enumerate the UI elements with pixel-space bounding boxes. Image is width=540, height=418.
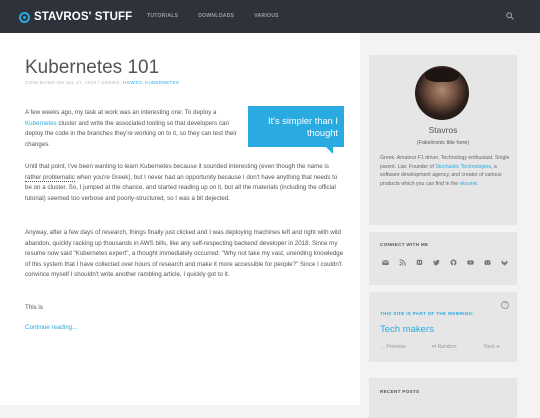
author-tagline: (Fake/ironic title here) [416,140,470,146]
nav-tutorials[interactable]: TUTORIALS [147,13,178,19]
connect-title: CONNECT WITH ME [380,242,429,247]
paragraph-1-text: A few weeks ago, my task at work was an … [25,109,217,116]
webring-previous-link[interactable]: ← Previous [380,344,406,350]
connect-widget: CONNECT WITH ME [369,232,517,285]
post-meta: CONCEIVED ON JUL 27, 2018 / SERIES: HOWT… [25,80,179,85]
recent-posts-widget: RECENT POSTS [369,378,517,418]
rss-icon[interactable] [399,259,406,266]
paragraph-4: This is [25,304,43,311]
youtube-icon[interactable] [467,259,474,266]
avatar [415,66,469,120]
problematic-tooltip-term[interactable]: rather problematic [25,173,75,182]
post-meta-date: CONCEIVED ON JUL 27, 2018 / SERIES: [25,80,122,85]
help-icon[interactable]: ? [501,301,509,309]
stochastic-link[interactable]: Stochastic Technologies [435,164,491,170]
paragraph-2-text: Until that point, I've been wanting to l… [25,163,329,170]
avatar-hair [425,68,459,82]
paragraph-2-text-mid: when you're Greek), but I never had an o… [74,173,314,181]
webring-name-link[interactable]: Tech makers [380,324,434,335]
post-content: Kubernetes 101 CONCEIVED ON JUL 27, 2018… [0,33,360,405]
logo-icon [19,11,30,23]
nav-various[interactable]: VARIOUS [254,13,279,19]
profile-widget: Stavros (Fake/ironic title here) Greek. … [369,55,517,225]
author-name: Stavros [428,125,458,135]
author-bio: Greek. Amateur F1 driver. Technology ent… [380,154,512,188]
social-links [382,259,508,266]
bio-text-end: . [476,180,479,187]
top-navigation-bar: STAVROS' STUFF TUTORIALS DOWNLOADS VARIO… [0,0,540,33]
site-logo-text: STAVROS' STUFF [34,11,133,23]
github-icon[interactable] [450,259,457,266]
mastodon-icon[interactable] [416,259,423,266]
main-nav: TUTORIALS DOWNLOADS VARIOUS [147,13,279,19]
email-icon[interactable] [382,259,389,266]
webring-next-link[interactable]: Next ➔ [484,344,500,350]
post-series-link[interactable]: HOWTO, KUBERNETES [123,80,179,85]
paragraph-3: Anyway, after a few days of research, th… [25,229,344,278]
pullquote: It's simpler than I thought [248,106,344,154]
emphasis-needs: needs [313,173,331,181]
search-icon[interactable] [506,12,514,20]
continue-reading-link[interactable]: Continue reading... [25,324,77,331]
webring-title: THIS SITE IS PART OF THE WEBRING: [380,311,475,316]
gitlab-icon[interactable] [501,259,508,266]
twitter-icon[interactable] [433,259,440,266]
paragraph-2: Until that point, I've been wanting to l… [25,162,345,204]
paragraph-1: A few weeks ago, my task at work was an … [25,108,243,150]
post-title[interactable]: Kubernetes 101 [25,57,159,79]
webring-random-link[interactable]: ⇄ Random [432,344,456,350]
resume-link[interactable]: résumé [460,181,477,187]
webring-widget: ? THIS SITE IS PART OF THE WEBRING: Tech… [369,292,517,362]
kubernetes-link[interactable]: Kubernetes [25,120,57,127]
site-logo[interactable]: STAVROS' STUFF [19,10,132,24]
discord-icon[interactable] [484,259,491,266]
recent-posts-title: RECENT POSTS [380,389,420,394]
nav-downloads[interactable]: DOWNLOADS [198,13,234,19]
paragraph-1-text-end: cluster and write the associated tooling… [25,119,237,148]
